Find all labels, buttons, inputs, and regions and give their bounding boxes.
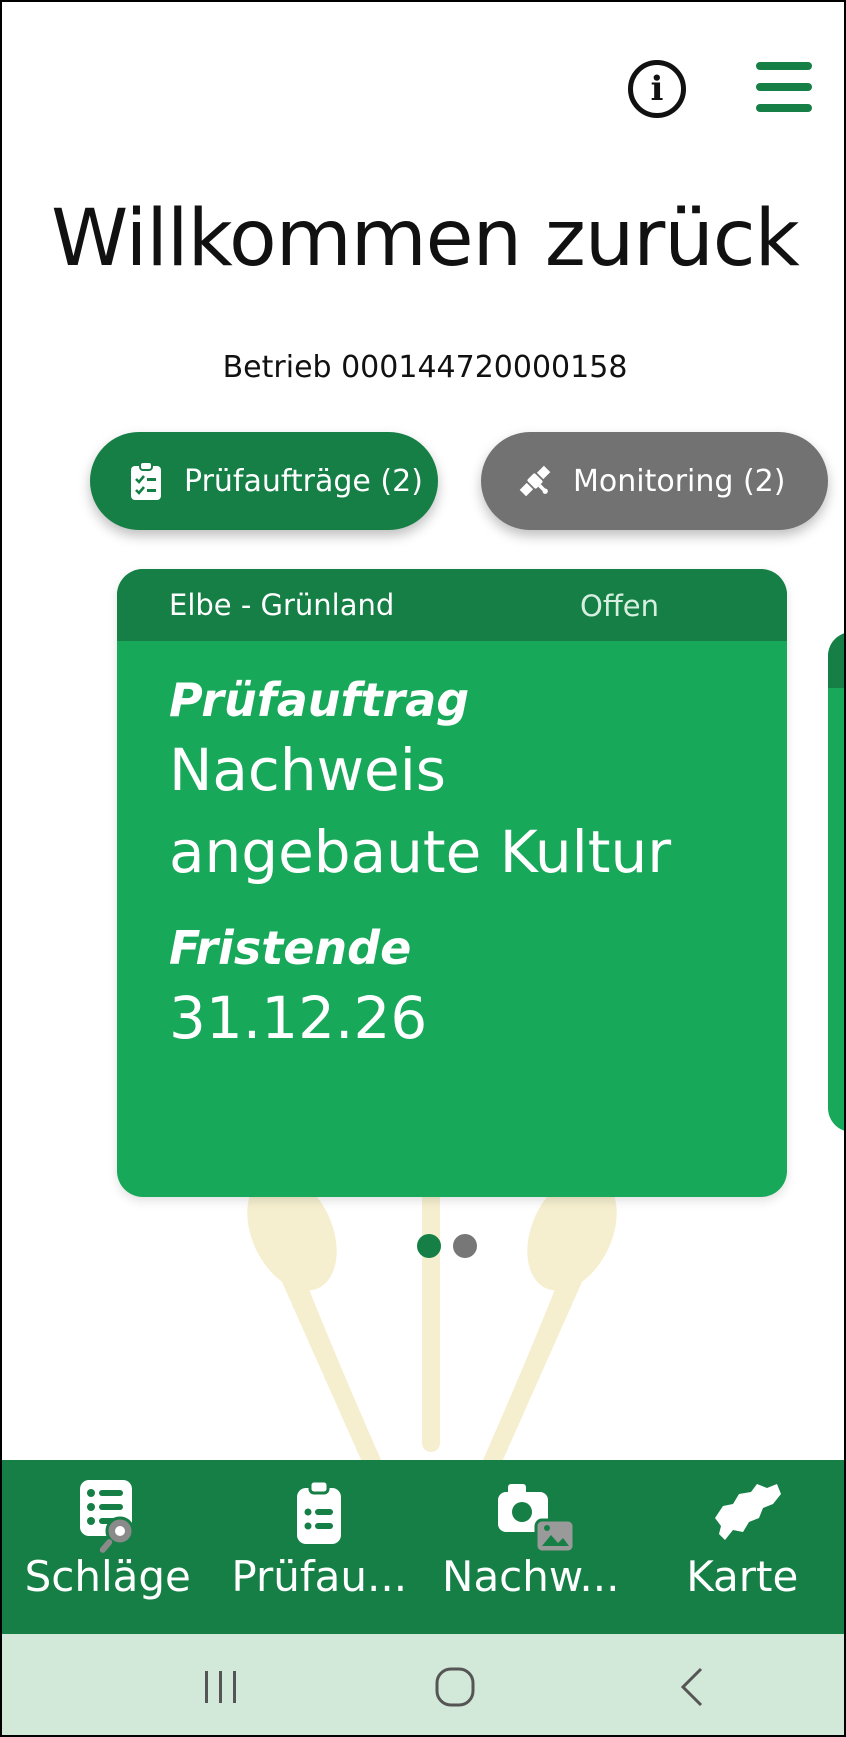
- farm-id-label: Betrieb 000144720000158: [222, 350, 628, 385]
- camera-gallery-icon: [497, 1484, 576, 1554]
- card-header: Elbe - Grünland Offen: [117, 569, 787, 641]
- inspection-card[interactable]: Elbe - Grünland Offen Prüfauftrag Nachwe…: [117, 569, 787, 1197]
- bottom-navigation: Schläge Prüfau... Nachw... Karte: [2, 1460, 845, 1634]
- nav-label-karte: Karte: [686, 1552, 799, 1601]
- pager-dot-active[interactable]: [417, 1234, 441, 1258]
- home-icon[interactable]: [430, 1664, 480, 1710]
- tab-monitoring[interactable]: Monitoring (2): [481, 432, 828, 530]
- nav-item-schlaege[interactable]: Schläge: [2, 1460, 214, 1634]
- card-type-value-line2: angebaute Kultur: [169, 818, 672, 886]
- card-deadline-value: 31.12.26: [169, 984, 428, 1052]
- tab-monitoring-label: Monitoring (2): [573, 463, 786, 499]
- card-type-label: Prüfauftrag: [169, 673, 470, 727]
- nav-label-schlaege: Schläge: [24, 1552, 191, 1601]
- hamburger-menu-icon[interactable]: [756, 62, 812, 112]
- recent-apps-icon[interactable]: [196, 1664, 246, 1710]
- next-card-peek[interactable]: [828, 632, 844, 1132]
- app-screen: i Willkommen zurück Betrieb 000144720000…: [0, 0, 846, 1737]
- clipboard-checklist-icon: [128, 461, 164, 501]
- tab-pruefauftraege-label: Prüfaufträge (2): [184, 463, 423, 499]
- nav-item-pruefauftraege[interactable]: Prüfau...: [214, 1460, 426, 1634]
- nav-item-nachweise[interactable]: Nachw...: [425, 1460, 637, 1634]
- system-navigation-bar: [2, 1634, 844, 1735]
- card-location: Elbe - Grünland: [169, 588, 395, 622]
- carousel-pager: [417, 1234, 477, 1258]
- status-badge: Offen: [580, 589, 660, 623]
- info-icon: i: [650, 69, 664, 109]
- back-icon[interactable]: [670, 1664, 714, 1710]
- page-title: Willkommen zurück: [51, 194, 800, 284]
- clipboard-list-icon: [297, 1479, 342, 1544]
- list-search-icon: [79, 1480, 135, 1553]
- nav-label-nachweise: Nachw...: [442, 1552, 620, 1601]
- nav-label-pruefauftraege: Prüfau...: [231, 1552, 408, 1601]
- satellite-icon: [517, 461, 553, 501]
- card-type-value-line1: Nachweis: [169, 736, 447, 804]
- card-deadline-label: Fristende: [169, 921, 412, 975]
- pager-dot-inactive[interactable]: [453, 1234, 477, 1258]
- map-saxony-icon: [715, 1484, 782, 1540]
- nav-item-karte[interactable]: Karte: [637, 1460, 845, 1634]
- tab-pruefauftraege[interactable]: Prüfaufträge (2): [90, 432, 438, 530]
- info-button[interactable]: i: [628, 60, 686, 118]
